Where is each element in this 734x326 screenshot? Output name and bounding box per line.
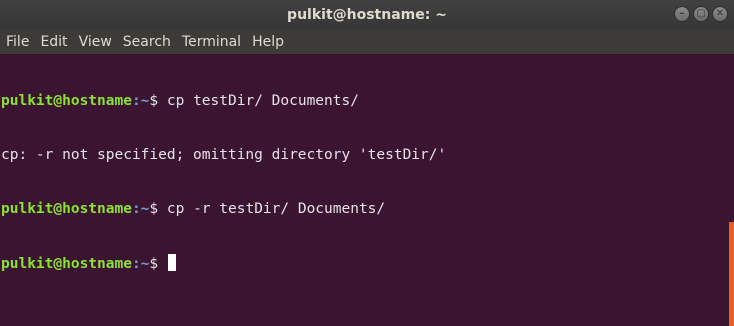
menu-edit[interactable]: Edit <box>35 30 72 54</box>
terminal-line: cp: -r not specified; omitting directory… <box>1 146 734 164</box>
menu-terminal[interactable]: Terminal <box>177 30 246 54</box>
maximize-icon: ▢ <box>696 8 706 19</box>
close-icon: ✕ <box>715 8 725 19</box>
text-cursor <box>167 254 176 271</box>
prompt-symbol: $ <box>149 201 167 217</box>
command-text: cp -r testDir/ Documents/ <box>166 201 386 217</box>
command-text: cp testDir/ Documents/ <box>166 93 359 109</box>
terminal-output[interactable]: pulkit@hostname:~$ cp testDir/ Documents… <box>0 54 734 326</box>
prompt-path: :~ <box>131 201 150 217</box>
menu-search[interactable]: Search <box>118 30 176 54</box>
prompt-path: :~ <box>131 93 150 109</box>
prompt-path: :~ <box>131 256 150 272</box>
window-title: pulkit@hostname: ~ <box>287 7 447 23</box>
scrollbar[interactable] <box>729 222 734 326</box>
output-text: cp: -r not specified; omitting directory… <box>1 147 447 163</box>
window-controls: – ▢ ✕ <box>674 6 728 22</box>
minimize-icon: – <box>679 8 685 19</box>
menu-bar: File Edit View Search Terminal Help <box>0 30 734 54</box>
terminal-line: pulkit@hostname:~$ cp testDir/ Documents… <box>1 92 734 110</box>
menu-file[interactable]: File <box>1 30 34 54</box>
minimize-button[interactable]: – <box>674 6 690 22</box>
terminal-window: pulkit@hostname: ~ – ▢ ✕ File Edit View … <box>0 0 734 326</box>
prompt-symbol: $ <box>149 256 167 272</box>
prompt-user: pulkit@hostname <box>1 93 132 109</box>
title-bar[interactable]: pulkit@hostname: ~ – ▢ ✕ <box>0 0 734 30</box>
maximize-button[interactable]: ▢ <box>693 6 709 22</box>
terminal-line: pulkit@hostname:~$ <box>1 254 734 272</box>
prompt-symbol: $ <box>149 93 167 109</box>
prompt-user: pulkit@hostname <box>1 201 132 217</box>
terminal-line: pulkit@hostname:~$ cp -r testDir/ Docume… <box>1 200 734 218</box>
prompt-user: pulkit@hostname <box>1 256 132 272</box>
menu-view[interactable]: View <box>74 30 117 54</box>
close-button[interactable]: ✕ <box>712 6 728 22</box>
menu-help[interactable]: Help <box>247 30 289 54</box>
